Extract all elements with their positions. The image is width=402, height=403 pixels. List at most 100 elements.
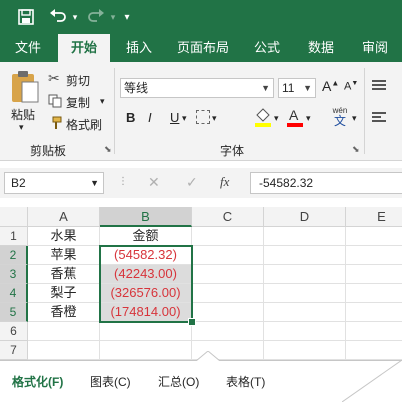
cell-a6[interactable] [28, 322, 100, 341]
row-header-6[interactable]: 6 [0, 322, 28, 341]
cell-c1[interactable] [192, 227, 264, 246]
align-left-icon[interactable] [372, 112, 386, 122]
cell-a4[interactable]: 梨子 [28, 284, 100, 303]
tab-page-layout[interactable]: 页面布局 [170, 34, 236, 62]
cell-d1[interactable] [264, 227, 346, 246]
cell-e2[interactable] [346, 246, 402, 265]
cell-d3[interactable] [264, 265, 346, 284]
fill-handle[interactable] [188, 318, 196, 326]
formula-input[interactable]: -54582.32 [250, 172, 402, 194]
italic-button[interactable]: I [148, 110, 152, 125]
chevron-down-icon[interactable]: ▼ [303, 79, 312, 97]
row-header-4[interactable]: 4 [0, 284, 28, 303]
column-header-d[interactable]: D [264, 207, 346, 227]
column-header-a[interactable]: A [28, 207, 100, 227]
phonetic-guide-button[interactable]: wén 文 [328, 106, 352, 130]
font-size-combo[interactable]: 11 ▼ [278, 78, 316, 98]
cut-button[interactable]: ✂ 剪切 [48, 70, 108, 90]
cell-a2[interactable]: 苹果 [28, 246, 100, 265]
formula-bar-more-icon[interactable]: ⋮ [118, 176, 128, 187]
phonetic-dropdown-icon[interactable]: ▾ [352, 113, 357, 124]
tab-review[interactable]: 审阅 [352, 34, 398, 62]
tab-formulas[interactable]: 公式 [244, 34, 290, 62]
paste-dropdown-icon[interactable]: ▾ [19, 122, 24, 133]
underline-dropdown-icon[interactable]: ▾ [182, 113, 187, 124]
cell-d6[interactable] [264, 322, 346, 341]
cell-a7[interactable] [28, 341, 100, 360]
cell-b7[interactable] [100, 341, 192, 360]
cell-a5[interactable]: 香橙 [28, 303, 100, 322]
column-header-b[interactable]: B [100, 207, 192, 227]
cell-e7[interactable] [346, 341, 402, 360]
cell-b1[interactable]: 金额 [100, 227, 192, 246]
cell-e3[interactable] [346, 265, 402, 284]
font-color-icon[interactable]: A [286, 106, 304, 128]
cell-d2[interactable] [264, 246, 346, 265]
cell-b3[interactable]: (42243.00) [100, 265, 192, 284]
cell-a1[interactable]: 水果 [28, 227, 100, 246]
fill-color-dropdown-icon[interactable]: ▾ [274, 113, 279, 124]
quick-analysis-tab-formatting[interactable]: 格式化(F) [12, 373, 63, 390]
cell-b5[interactable]: (174814.00) [100, 303, 192, 322]
chevron-down-icon[interactable]: ▼ [261, 79, 270, 97]
cancel-icon[interactable]: ✕ [148, 174, 160, 191]
borders-dropdown-icon[interactable]: ▾ [212, 113, 217, 124]
cell-c6[interactable] [192, 322, 264, 341]
underline-button[interactable]: U [170, 110, 179, 125]
borders-icon[interactable] [196, 110, 210, 124]
fill-color-icon[interactable] [254, 106, 272, 128]
copy-button[interactable]: 复制 ▾ [48, 92, 114, 112]
tab-data[interactable]: 数据 [298, 34, 344, 62]
cell-d4[interactable] [264, 284, 346, 303]
format-painter-button[interactable]: 格式刷 [48, 114, 108, 134]
row-header-3[interactable]: 3 [0, 265, 28, 284]
align-top-icon[interactable] [372, 80, 386, 90]
insert-function-icon[interactable]: fx [220, 174, 229, 190]
undo-icon[interactable] [46, 6, 70, 28]
row-header-5[interactable]: 5 [0, 303, 28, 322]
font-color-dropdown-icon[interactable]: ▾ [306, 113, 311, 124]
cell-a3[interactable]: 香蕉 [28, 265, 100, 284]
cell-c2[interactable] [192, 246, 264, 265]
customize-qat-icon[interactable]: ▾ [120, 6, 134, 28]
quick-analysis-tab-totals[interactable]: 汇总(O) [158, 373, 199, 390]
ribbon-tabs: 文件 开始 插入 页面布局 公式 数据 审阅 [0, 34, 402, 62]
cell-b6[interactable] [100, 322, 192, 341]
increase-font-icon[interactable]: A▲ [322, 78, 339, 94]
row-header-1[interactable]: 1 [0, 227, 28, 246]
row-header-7[interactable]: 7 [0, 341, 28, 360]
copy-dropdown-icon[interactable]: ▾ [100, 96, 105, 107]
font-launcher-icon[interactable]: ⬊ [352, 144, 360, 155]
cell-b4[interactable]: (326576.00) [100, 284, 192, 303]
cell-c3[interactable] [192, 265, 264, 284]
cell-e4[interactable] [346, 284, 402, 303]
quick-analysis-tab-charts[interactable]: 图表(C) [90, 373, 131, 390]
font-name-combo[interactable]: 等线 ▼ [120, 78, 274, 98]
cell-c5[interactable] [192, 303, 264, 322]
decrease-font-icon[interactable]: A▼ [344, 80, 358, 93]
tab-insert[interactable]: 插入 [116, 34, 162, 62]
undo-dropdown-icon[interactable]: ▾ [70, 6, 80, 28]
clipboard-launcher-icon[interactable]: ⬊ [104, 144, 112, 155]
tab-home[interactable]: 开始 [58, 34, 110, 62]
tab-file[interactable]: 文件 [6, 34, 50, 62]
paste-icon[interactable] [10, 70, 40, 104]
column-header-e[interactable]: E [346, 207, 402, 227]
enter-icon[interactable]: ✓ [186, 174, 198, 191]
cell-e6[interactable] [346, 322, 402, 341]
column-header-c[interactable]: C [192, 207, 264, 227]
row-header-2[interactable]: 2 [0, 246, 28, 265]
cell-e1[interactable] [346, 227, 402, 246]
name-box[interactable]: B2 ▼ [4, 172, 104, 194]
cell-c4[interactable] [192, 284, 264, 303]
select-all-corner[interactable] [0, 207, 28, 227]
cell-d7[interactable] [264, 341, 346, 360]
cell-d5[interactable] [264, 303, 346, 322]
cell-e5[interactable] [346, 303, 402, 322]
bold-button[interactable]: B [126, 110, 135, 125]
paste-button[interactable]: 粘贴 [11, 106, 35, 123]
chevron-down-icon[interactable]: ▼ [90, 173, 99, 193]
save-icon[interactable] [14, 6, 38, 28]
cell-b2[interactable]: (54582.32) [100, 246, 192, 265]
quick-analysis-tab-tables[interactable]: 表格(T) [226, 373, 265, 390]
